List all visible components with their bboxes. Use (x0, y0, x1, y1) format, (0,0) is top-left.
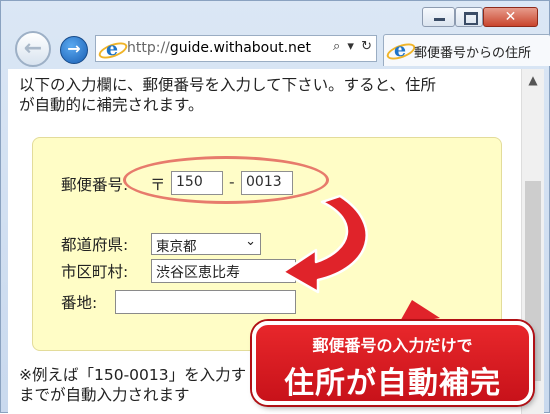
banner-subtitle: 郵便番号の入力だけで (312, 336, 473, 355)
banner-title: 住所が自動補完 (284, 366, 501, 401)
annotation-banner: 郵便番号の入力だけで 住所が自動補完 (252, 321, 533, 405)
